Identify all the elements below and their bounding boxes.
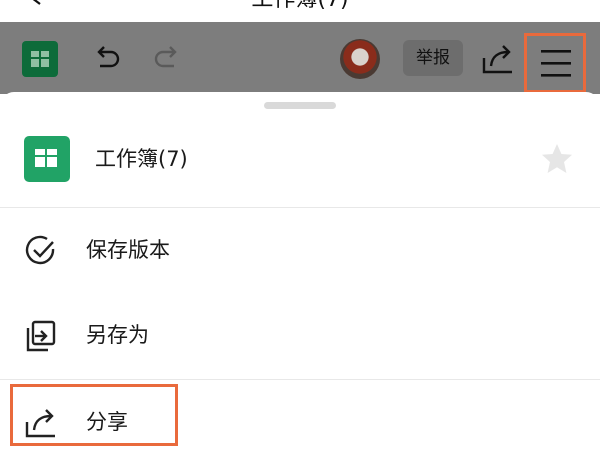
sheet-drag-handle[interactable] <box>264 102 336 109</box>
undo-icon[interactable] <box>92 44 122 74</box>
share-icon[interactable] <box>480 42 516 76</box>
hamburger-menu-icon <box>541 50 571 77</box>
menu-button[interactable] <box>524 33 586 93</box>
menu-item-label: 另存为 <box>86 323 149 347</box>
report-button[interactable]: 举报 <box>403 40 463 76</box>
file-header: 工作簿(7) <box>0 122 600 208</box>
redo-icon[interactable] <box>152 44 182 74</box>
star-icon[interactable] <box>540 142 574 176</box>
menu-item-save-as[interactable]: 另存为 <box>0 295 600 375</box>
nav-title: 工作簿(7) <box>0 0 600 14</box>
menu-item-save-version[interactable]: 保存版本 <box>0 210 600 290</box>
divider <box>0 207 600 208</box>
avatar[interactable] <box>340 39 380 79</box>
spreadsheet-icon <box>22 41 58 77</box>
share-highlight-box <box>10 384 178 446</box>
top-nav-bar: 工作簿(7) <box>0 0 600 22</box>
spreadsheet-file-icon <box>24 136 70 182</box>
check-circle-icon <box>25 235 55 265</box>
divider <box>0 379 600 380</box>
app-screen: 工作簿(7) 举报 <box>0 0 600 450</box>
editor-toolbar: 举报 <box>0 22 600 94</box>
save-as-icon <box>26 320 56 352</box>
action-sheet: 工作簿(7) 保存版本 另存为 分享 <box>0 92 600 450</box>
file-name: 工作簿(7) <box>95 147 188 171</box>
menu-item-label: 保存版本 <box>86 238 170 262</box>
